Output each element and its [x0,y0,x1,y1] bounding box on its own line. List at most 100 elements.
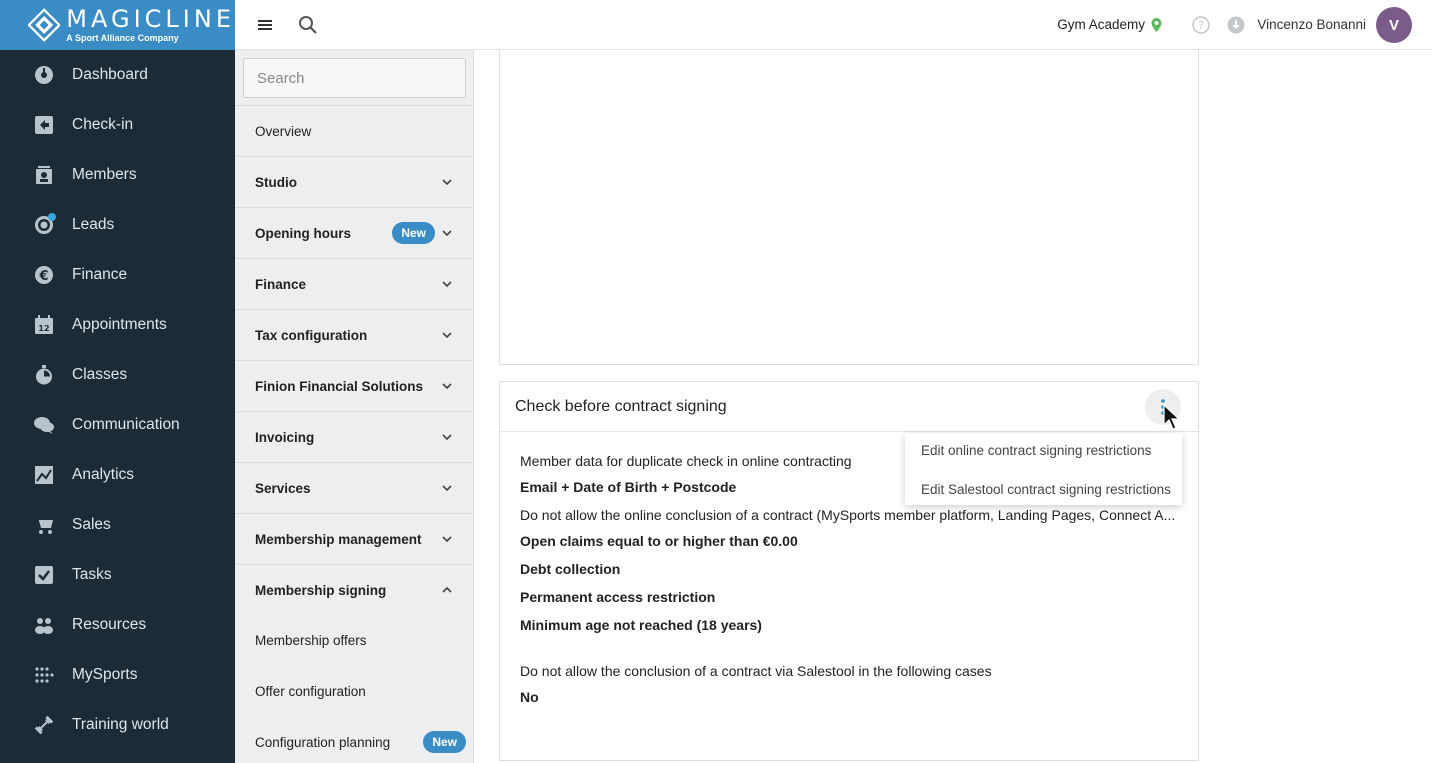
settings-item-overview[interactable]: Overview [235,105,473,156]
chevron-down-icon [442,179,452,186]
people-icon [34,615,54,635]
restriction-minimum-age: Minimum age not reached (18 years) [520,617,762,633]
settings-section-label: Invoicing [255,429,315,445]
settings-subitem-label: Membership offers [255,633,367,648]
settings-section-label: Membership management [255,531,422,547]
chevron-up-icon [442,586,452,593]
chevron-down-icon [442,383,452,390]
settings-section-invoicing[interactable]: Invoicing [235,411,473,462]
new-badge: New [392,222,435,244]
settings-section-tax-configuration[interactable]: Tax configuration [235,309,473,360]
nav-item-finance[interactable]: € Finance [0,250,235,300]
salestool-restriction-value: No [520,689,539,705]
avatar[interactable]: V [1376,7,1412,43]
dumbbell-icon [34,715,54,735]
leads-icon [34,213,56,235]
check-in-icon [34,115,54,135]
studio-selector[interactable]: Gym Academy [1057,17,1162,32]
restriction-debt-collection: Debt collection [520,561,621,577]
user-name[interactable]: Vincenzo Bonanni [1257,17,1366,32]
brand-tagline: A Sport Alliance Company [66,33,179,43]
nav-item-label: Leads [72,216,115,233]
chevron-down-icon [442,536,452,543]
main-navigation: MAGICLINE A Sport Alliance Company Dashb… [0,0,235,763]
nav-item-analytics[interactable]: Analytics [0,450,235,500]
nav-item-sales[interactable]: Sales [0,500,235,550]
settings-section-services[interactable]: Services [235,462,473,513]
download-icon[interactable] [1227,16,1245,34]
settings-section-membership-signing[interactable]: Membership signing [235,564,473,615]
nav-item-mysports[interactable]: MySports [0,650,235,700]
settings-section-label: Opening hours [255,225,351,241]
nav-item-label: Tasks [72,566,112,583]
settings-menu: Overview Studio Opening hours New Financ… [235,50,474,763]
settings-subitem-membership-offers[interactable]: Membership offers [235,615,473,666]
settings-section-finance[interactable]: Finance [235,258,473,309]
settings-section-membership-management[interactable]: Membership management [235,513,473,564]
settings-section-label: Services [255,480,311,496]
nav-item-training-world[interactable]: Training world [0,700,235,750]
previous-card [499,50,1199,365]
hamburger-menu-icon[interactable] [255,15,275,35]
svg-text:€: € [38,269,48,284]
brand-name: MAGICLINE [66,5,235,33]
settings-section-opening-hours[interactable]: Opening hours New [235,207,473,258]
settings-section-label: Finance [255,276,307,292]
edit-online-restrictions-item[interactable]: Edit online contract signing restriction… [905,441,1182,471]
nav-item-label: Resources [72,616,147,633]
search-icon[interactable] [298,15,318,35]
notification-dot [48,213,56,221]
help-icon[interactable]: ? [1192,16,1210,34]
nav-item-appointments[interactable]: 12 Appointments [0,300,235,350]
nav-item-label: Analytics [72,466,135,483]
nav-item-label: Dashboard [72,66,148,83]
nav-item-label: Training world [72,716,169,733]
settings-section-label: Studio [255,174,297,190]
cart-icon [34,515,54,535]
chevron-down-icon [442,281,452,288]
chat-icon [34,415,54,435]
nav-item-resources[interactable]: Resources [0,600,235,650]
settings-section-label: Membership signing [255,582,387,598]
settings-subitem-offer-configuration[interactable]: Offer configuration [235,666,473,717]
settings-subitem-configuration-planning[interactable]: Configuration planning New [235,717,473,763]
nav-item-dashboard[interactable]: Dashboard [0,50,235,100]
nav-item-tasks[interactable]: Tasks [0,550,235,600]
top-bar: Gym Academy ? Vincenzo Bonanni V [235,0,1432,50]
edit-salestool-restrictions-item[interactable]: Edit Salestool contract signing restrict… [905,471,1182,507]
settings-search-input[interactable] [243,58,466,98]
settings-section-label: Finion Financial Solutions [255,378,423,394]
nav-item-check-in[interactable]: Check-in [0,100,235,150]
main-content: Check before contract signing Member dat… [475,50,1432,763]
euro-icon: € [34,265,54,285]
nav-item-label: Finance [72,266,128,283]
checkbox-icon [34,565,54,585]
members-icon [34,165,54,185]
nav-item-label: Appointments [72,316,167,333]
nav-item-label: Sales [72,516,111,533]
nav-item-members[interactable]: Members [0,150,235,200]
nav-item-label: MySports [72,666,138,683]
settings-section-studio[interactable]: Studio [235,156,473,207]
studio-name: Gym Academy [1057,17,1145,32]
chevron-down-icon [442,230,452,237]
nav-item-leads[interactable]: Leads [0,200,235,250]
nav-item-classes[interactable]: Classes [0,350,235,400]
svg-text:12: 12 [38,324,49,333]
brand-logo[interactable]: MAGICLINE A Sport Alliance Company [0,0,235,50]
grid-dots-icon [34,665,54,685]
restriction-access: Permanent access restriction [520,589,716,605]
nav-item-label: Members [72,166,137,183]
settings-item-label: Overview [255,123,312,139]
mouse-cursor-icon [1163,404,1180,430]
svg-text:?: ? [1198,19,1204,32]
card-header: Check before contract signing [500,382,1198,432]
dashboard-icon [34,65,54,85]
chevron-down-icon [442,434,452,441]
nav-item-label: Communication [72,416,180,433]
nav-item-label: Check-in [72,116,134,133]
settings-section-finion[interactable]: Finion Financial Solutions [235,360,473,411]
settings-subitem-label: Configuration planning [255,735,391,750]
nav-item-communication[interactable]: Communication [0,400,235,450]
online-restriction-label: Do not allow the online conclusion of a … [520,507,1176,523]
